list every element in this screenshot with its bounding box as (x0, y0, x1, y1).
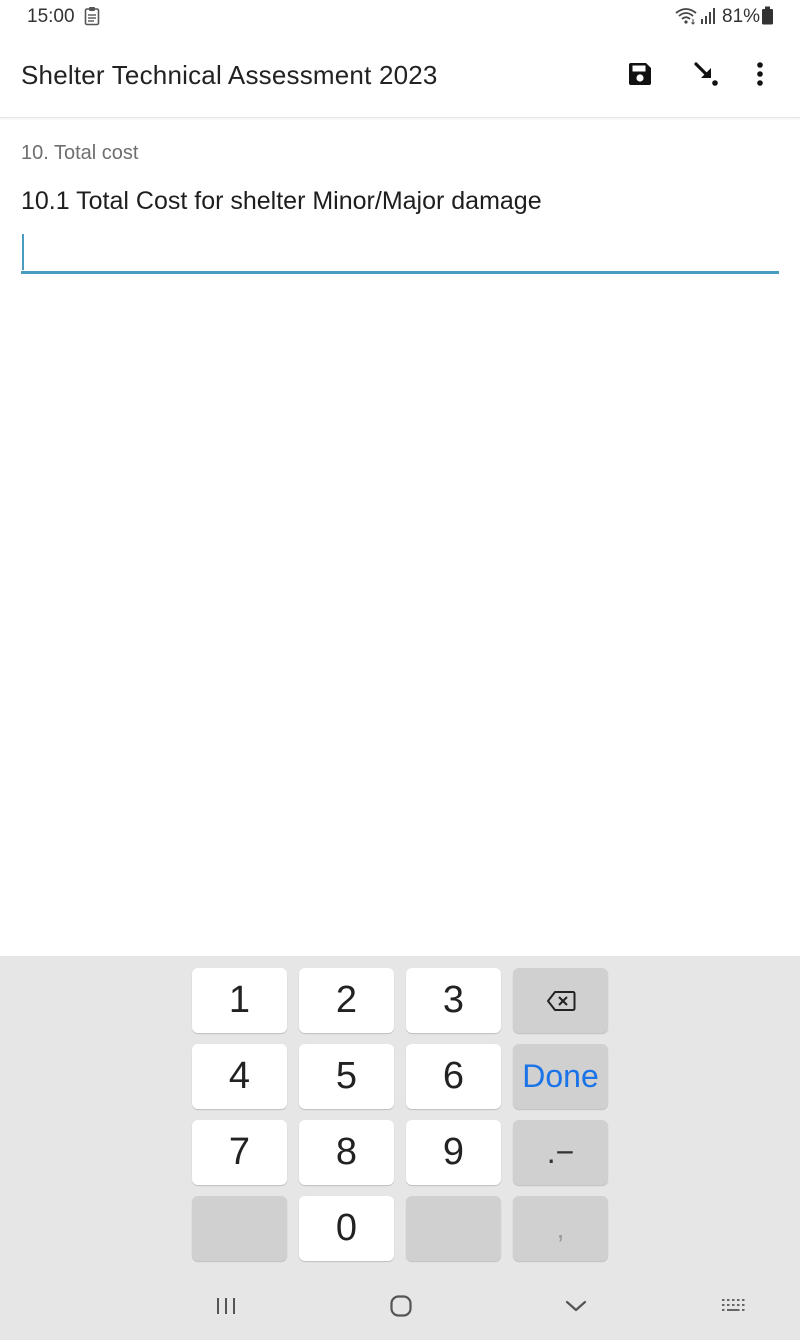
jump-to-question-icon (692, 60, 720, 93)
question-label: 10.1 Total Cost for shelter Minor/Major … (21, 187, 542, 215)
more-options-button[interactable] (740, 56, 780, 96)
key-4[interactable]: 4 (192, 1044, 287, 1109)
wifi-icon (674, 6, 698, 26)
empty-key-left (192, 1196, 287, 1261)
key-3[interactable]: 3 (406, 968, 501, 1033)
status-bar: 15:00 81% (0, 0, 800, 34)
key-5[interactable]: 5 (299, 1044, 394, 1109)
keyboard-switch-button[interactable] (714, 1290, 754, 1326)
clipboard-icon (84, 6, 100, 26)
key-9[interactable]: 9 (406, 1120, 501, 1185)
key-6[interactable]: 6 (406, 1044, 501, 1109)
app-bar: Shelter Technical Assessment 2023 (0, 34, 800, 118)
signal-icon (700, 7, 718, 25)
recent-apps-button[interactable] (206, 1290, 246, 1326)
text-cursor (22, 234, 24, 270)
battery-icon (761, 6, 774, 25)
key-2[interactable]: 2 (299, 968, 394, 1033)
recent-apps-icon (215, 1296, 237, 1321)
status-time: 15:00 (27, 6, 75, 27)
save-button[interactable] (620, 56, 660, 96)
numeric-keyboard: 1 2 3 4 5 6 Done 7 8 9 .− 0 , (0, 956, 800, 1340)
empty-key-right (406, 1196, 501, 1261)
save-icon (627, 61, 653, 92)
chevron-down-icon (564, 1298, 588, 1319)
comma-key[interactable]: , (513, 1196, 608, 1261)
battery-level: 81% (722, 6, 761, 27)
key-0[interactable]: 0 (299, 1196, 394, 1261)
jump-to-question-button[interactable] (686, 56, 726, 96)
home-icon (389, 1294, 413, 1323)
done-key[interactable]: Done (513, 1044, 608, 1109)
more-options-icon (756, 61, 764, 92)
keyboard-icon (721, 1297, 747, 1320)
dot-minus-key[interactable]: .− (513, 1120, 608, 1185)
page-title: Shelter Technical Assessment 2023 (21, 60, 438, 90)
hide-keyboard-button[interactable] (556, 1290, 596, 1326)
backspace-key[interactable] (513, 968, 608, 1033)
answer-input[interactable] (21, 232, 779, 274)
key-8[interactable]: 8 (299, 1120, 394, 1185)
backspace-icon (546, 979, 576, 1022)
key-1[interactable]: 1 (192, 968, 287, 1033)
group-label: 10. Total cost (21, 142, 139, 164)
key-7[interactable]: 7 (192, 1120, 287, 1185)
home-button[interactable] (381, 1290, 421, 1326)
